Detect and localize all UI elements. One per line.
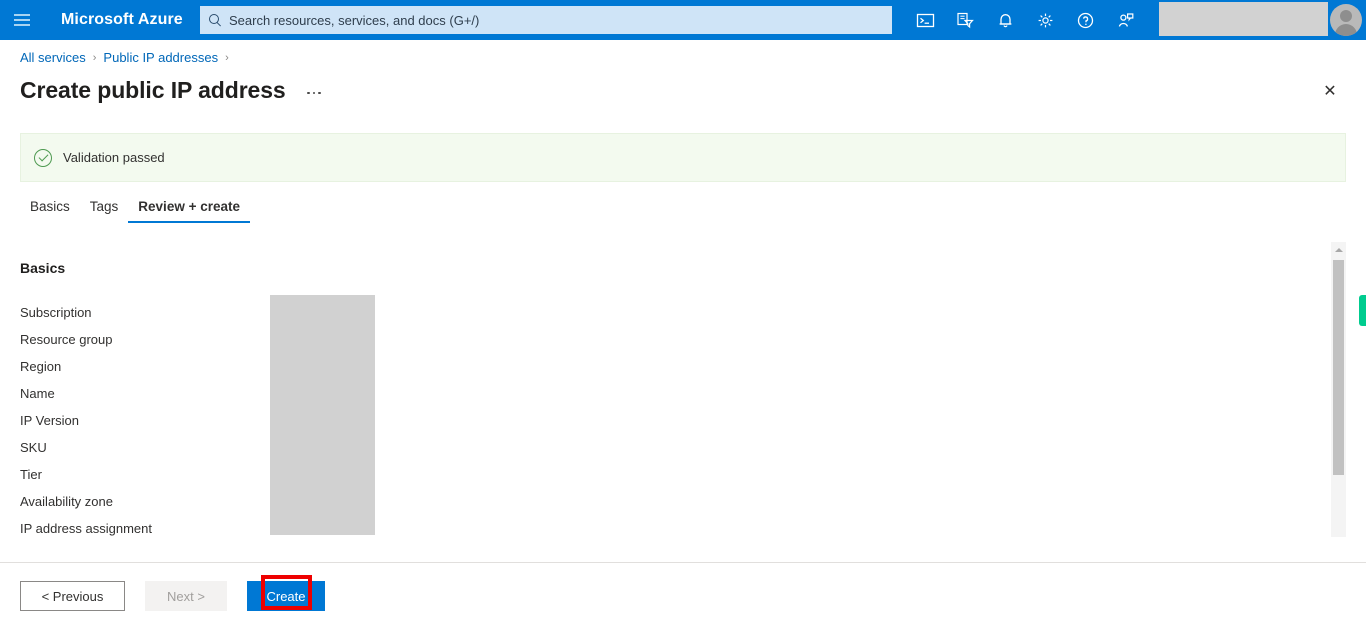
breadcrumb: All services › Public IP addresses › (20, 50, 236, 65)
scroll-up-arrow-icon[interactable] (1331, 244, 1346, 256)
avatar-body (1335, 24, 1357, 36)
field-label-ip-version: IP Version (20, 413, 80, 428)
breadcrumb-item-all-services[interactable]: All services (20, 50, 86, 65)
field-label-ip-address-assignment: IP address assignment (20, 521, 152, 536)
notifications-bell-icon[interactable] (985, 0, 1025, 40)
basics-field-label-list: Subscription Resource group Region Name … (20, 299, 270, 542)
tab-review-create[interactable]: Review + create (128, 193, 250, 223)
help-question-icon[interactable] (1065, 0, 1105, 40)
review-content-pane: Basics Subscription Resource group Regio… (0, 240, 1330, 562)
next-button: Next > (145, 581, 227, 611)
field-values-redacted-block (270, 295, 375, 535)
field-label-availability-zone: Availability zone (20, 494, 113, 509)
feedback-person-icon[interactable] (1105, 0, 1145, 40)
content-scrollbar[interactable] (1331, 242, 1346, 537)
search-placeholder-text: Search resources, services, and docs (G+… (229, 12, 480, 28)
account-info-redacted (1159, 2, 1328, 36)
hamburger-bar (14, 24, 30, 26)
field-label-subscription: Subscription (20, 305, 92, 320)
directory-filter-icon[interactable] (945, 0, 985, 40)
validation-status-banner: Validation passed (20, 133, 1346, 182)
more-options-icon[interactable] (305, 84, 323, 102)
field-label-tier: Tier (20, 467, 42, 482)
user-avatar[interactable] (1330, 4, 1362, 36)
close-icon[interactable]: ✕ (1318, 80, 1342, 104)
field-label-name: Name (20, 386, 55, 401)
hamburger-bar (14, 14, 30, 16)
dot (307, 91, 310, 95)
breadcrumb-separator-icon: › (92, 51, 97, 64)
hamburger-menu-icon[interactable] (0, 0, 44, 40)
tab-tags[interactable]: Tags (80, 193, 129, 223)
azure-brand-logo[interactable]: Microsoft Azure (61, 11, 183, 29)
previous-button[interactable]: < Previous (20, 581, 125, 611)
cloud-shell-icon[interactable] (905, 0, 945, 40)
wizard-footer: < Previous Next > Create (0, 563, 1366, 625)
avatar-head (1340, 10, 1352, 22)
search-icon (208, 13, 222, 27)
breadcrumb-separator-icon: › (225, 51, 229, 64)
triangle-up (1334, 248, 1343, 252)
dot (312, 91, 316, 95)
header-icon-group (905, 0, 1145, 40)
create-button[interactable]: Create (247, 581, 325, 611)
section-title-basics: Basics (20, 260, 66, 276)
validation-status-text: Validation passed (63, 150, 165, 165)
breadcrumb-item-public-ip-addresses[interactable]: Public IP addresses (103, 50, 218, 65)
hamburger-bar (14, 19, 30, 21)
check-circle-icon (34, 148, 52, 167)
field-label-region: Region (20, 359, 62, 374)
global-search-input[interactable]: Search resources, services, and docs (G+… (200, 6, 892, 34)
top-navigation-bar: Microsoft Azure Search resources, servic… (0, 0, 1366, 40)
wizard-tab-list: Basics Tags Review + create (20, 193, 250, 223)
page-title: Create public IP address (20, 77, 286, 103)
scrollbar-thumb[interactable] (1333, 260, 1344, 475)
dot (318, 91, 321, 95)
field-label-resource-group: Resource group (20, 332, 113, 347)
side-indicator-tab[interactable] (1359, 295, 1366, 326)
settings-gear-icon[interactable] (1025, 0, 1065, 40)
field-label-sku: SKU (20, 440, 47, 455)
tab-basics[interactable]: Basics (20, 193, 80, 223)
